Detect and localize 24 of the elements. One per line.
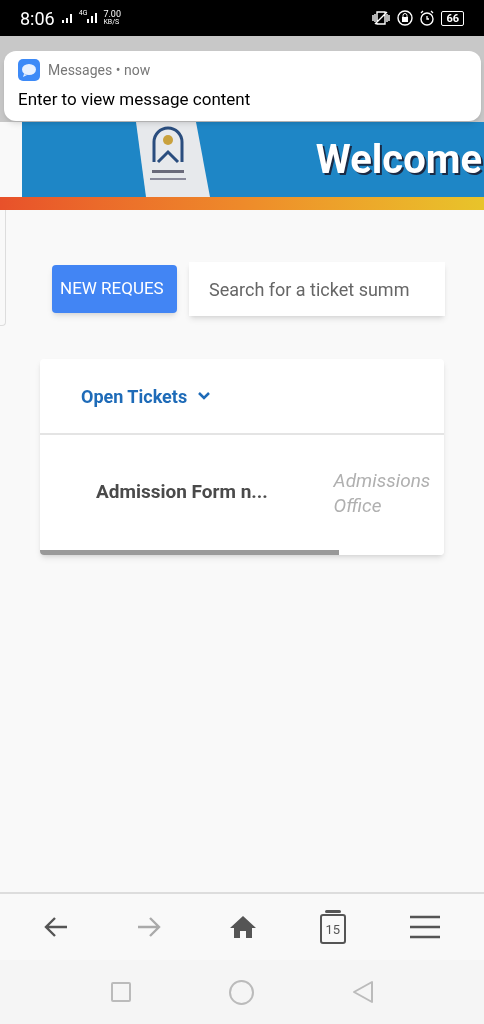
signal-icon <box>60 12 75 24</box>
signal-icon <box>87 12 100 24</box>
alarm-icon <box>419 10 436 26</box>
back-nav-icon[interactable] <box>351 980 374 1004</box>
battery-level: 66 <box>441 10 464 26</box>
recents-button[interactable] <box>110 982 131 1002</box>
message-app-icon <box>18 59 40 81</box>
network-speed: 7.00 <box>103 10 121 19</box>
home-nav-button[interactable] <box>228 979 254 1005</box>
notification-source: Messages • now <box>48 60 151 80</box>
notification-card[interactable]: Messages • now Enter to view message content <box>4 51 481 121</box>
ticket-title: Admission Form n... <box>96 479 269 506</box>
horizontal-scrollbar[interactable] <box>40 550 339 555</box>
lock-icon <box>397 10 414 26</box>
vibrate-icon <box>371 10 392 26</box>
new-request-button[interactable]: NEW REQUES <box>52 265 177 313</box>
ticket-department: Admissions Office <box>333 467 432 518</box>
notification-message: Enter to view message content <box>18 88 252 111</box>
banner-title: Welcome <box>315 139 482 180</box>
search-field[interactable]: Search for a ticket summ <box>189 262 445 316</box>
ticket-filter-dropdown[interactable]: Open Tickets <box>81 382 212 410</box>
chevron-down-icon <box>197 391 212 401</box>
clock-time: 8:06 <box>20 6 55 31</box>
ticket-row[interactable]: Admission Form n... Admissions Office <box>40 435 444 550</box>
